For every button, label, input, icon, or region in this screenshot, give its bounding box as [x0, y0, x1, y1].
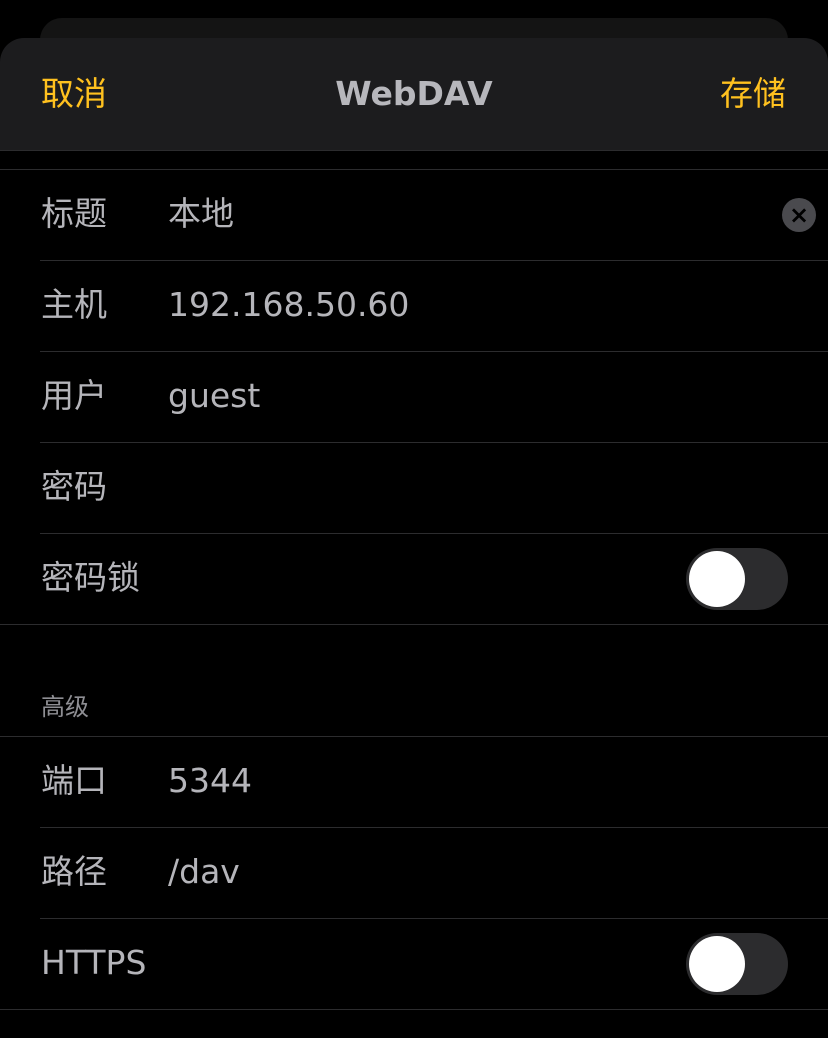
section-gap: [0, 151, 828, 169]
webdav-sheet: 取消 WebDAV 存储 标题 本地 × 主机 192.168.50.60 用户…: [0, 38, 828, 1038]
passcode-lock-toggle[interactable]: [686, 548, 788, 610]
title-field[interactable]: 本地: [168, 194, 234, 234]
user-row[interactable]: 用户 guest: [40, 352, 828, 443]
user-label: 用户: [41, 376, 107, 415]
page-title: WebDAV: [335, 74, 493, 113]
https-row: HTTPS: [40, 919, 828, 1009]
advanced-section-header: 高级: [0, 625, 828, 736]
advanced-header-label: 高级: [41, 693, 89, 721]
user-field[interactable]: guest: [168, 376, 260, 416]
title-row[interactable]: 标题 本地 ×: [40, 170, 828, 261]
port-row[interactable]: 端口 5344: [40, 737, 828, 828]
basic-settings-group: 标题 本地 × 主机 192.168.50.60 用户 guest 密码 密码锁: [0, 169, 828, 625]
save-button[interactable]: 存储: [720, 74, 786, 114]
advanced-settings-group: 端口 5344 路径 /dav HTTPS: [0, 736, 828, 1010]
clear-icon[interactable]: ×: [782, 198, 816, 232]
https-label: HTTPS: [41, 943, 147, 982]
navigation-bar: 取消 WebDAV 存储: [0, 38, 828, 151]
path-row[interactable]: 路径 /dav: [40, 828, 828, 919]
port-label: 端口: [41, 761, 107, 800]
passcode-lock-row: 密码锁: [40, 534, 828, 624]
path-label: 路径: [41, 852, 107, 891]
host-label: 主机: [41, 285, 107, 324]
port-field[interactable]: 5344: [168, 761, 252, 801]
https-toggle[interactable]: [686, 933, 788, 995]
toggle-knob: [689, 551, 745, 607]
host-field[interactable]: 192.168.50.60: [168, 285, 409, 325]
title-label: 标题: [41, 194, 107, 233]
toggle-knob: [689, 936, 745, 992]
passcode-lock-label: 密码锁: [41, 558, 140, 597]
password-row[interactable]: 密码: [40, 443, 828, 534]
path-field[interactable]: /dav: [168, 852, 240, 892]
host-row[interactable]: 主机 192.168.50.60: [40, 261, 828, 352]
password-label: 密码: [41, 467, 107, 506]
